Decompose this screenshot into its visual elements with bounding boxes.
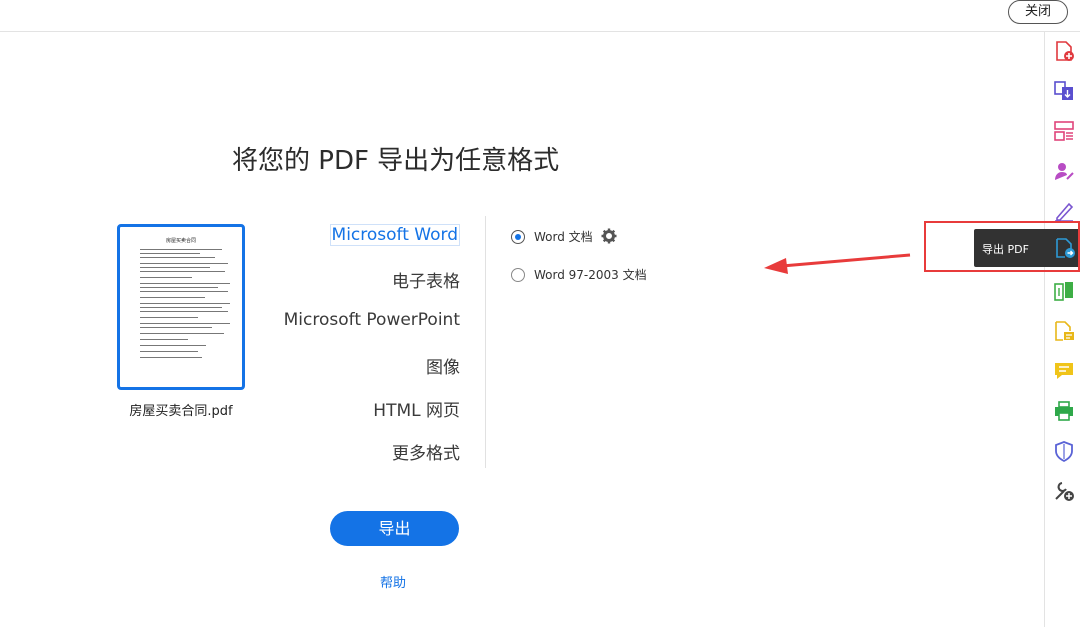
send-for-review-icon[interactable] (1053, 320, 1075, 342)
thumbnail-text-line (140, 291, 228, 292)
thumbnail-text-line (140, 249, 222, 250)
thumbnail-text-line (140, 351, 198, 352)
thumbnail-text-line (140, 263, 228, 264)
option-word-document-label: Word 文档 (534, 230, 593, 244)
thumbnail-text-line (140, 303, 230, 304)
protect-icon[interactable] (1053, 440, 1075, 462)
more-tools-icon[interactable] (1053, 480, 1075, 502)
create-pdf-icon[interactable] (1053, 40, 1075, 62)
annotation-arrow (764, 253, 911, 274)
radio-selected[interactable] (511, 230, 525, 244)
thumbnail-text-line (140, 283, 230, 284)
thumbnail-text-line (140, 257, 215, 258)
close-button[interactable]: 关闭 (1008, 0, 1068, 24)
compare-files-icon[interactable] (1053, 280, 1075, 302)
format-spreadsheet[interactable]: 电子表格 (392, 267, 460, 292)
thumbnail-text-line (140, 333, 224, 334)
format-divider (485, 216, 486, 468)
thumbnail-title: 房屋买卖合同 (165, 238, 196, 244)
file-name: 房屋买卖合同.pdf (129, 404, 233, 419)
thumbnail-text-line (140, 339, 188, 340)
thumbnail-text-line (140, 345, 206, 346)
thumbnail-text-line (140, 287, 218, 288)
annotation-highlight-box (924, 221, 1080, 272)
thumbnail-text-line (140, 297, 205, 298)
thumbnail-text-line (140, 253, 200, 254)
organize-pages-icon[interactable] (1053, 120, 1075, 142)
format-microsoft-powerpoint[interactable]: Microsoft PowerPoint (284, 310, 460, 330)
option-word-97-2003-label: Word 97-2003 文档 (534, 268, 647, 282)
thumbnail-page: 房屋买卖合同 (132, 237, 230, 377)
pdf-thumbnail[interactable]: 房屋买卖合同 (117, 224, 245, 390)
thumbnail-text-line (140, 323, 230, 324)
format-image[interactable]: 图像 (426, 353, 460, 378)
gear-icon[interactable] (601, 228, 617, 244)
thumbnail-text-line (140, 357, 202, 358)
format-html-web-page[interactable]: HTML 网页 (373, 396, 460, 421)
thumbnail-text-line (140, 271, 225, 272)
thumbnail-text-line (140, 311, 228, 312)
format-microsoft-word[interactable]: Microsoft Word (329, 224, 460, 246)
thumbnail-text-line (140, 317, 198, 318)
page-title: 将您的 PDF 导出为任意格式 (232, 146, 560, 176)
export-button[interactable]: 导出 (330, 511, 459, 546)
fill-sign-icon[interactable] (1053, 160, 1075, 182)
edit-pdf-icon[interactable] (1053, 200, 1075, 222)
print-production-icon[interactable] (1053, 400, 1075, 422)
combine-files-icon[interactable] (1053, 80, 1075, 102)
thumbnail-text-line (140, 307, 222, 308)
radio-unselected[interactable] (511, 268, 525, 282)
option-word-document[interactable]: Word 文档 (511, 228, 593, 245)
thumbnail-text-line (140, 327, 212, 328)
format-more-formats[interactable]: 更多格式 (392, 439, 460, 464)
tools-rail (1044, 32, 1080, 627)
option-word-97-2003[interactable]: Word 97-2003 文档 (511, 266, 647, 283)
help-link[interactable]: 帮助 (380, 572, 406, 591)
thumbnail-text-line (140, 277, 192, 278)
comment-icon[interactable] (1053, 360, 1075, 382)
top-bar: 关闭 (0, 0, 1080, 32)
thumbnail-text-line (140, 267, 210, 268)
